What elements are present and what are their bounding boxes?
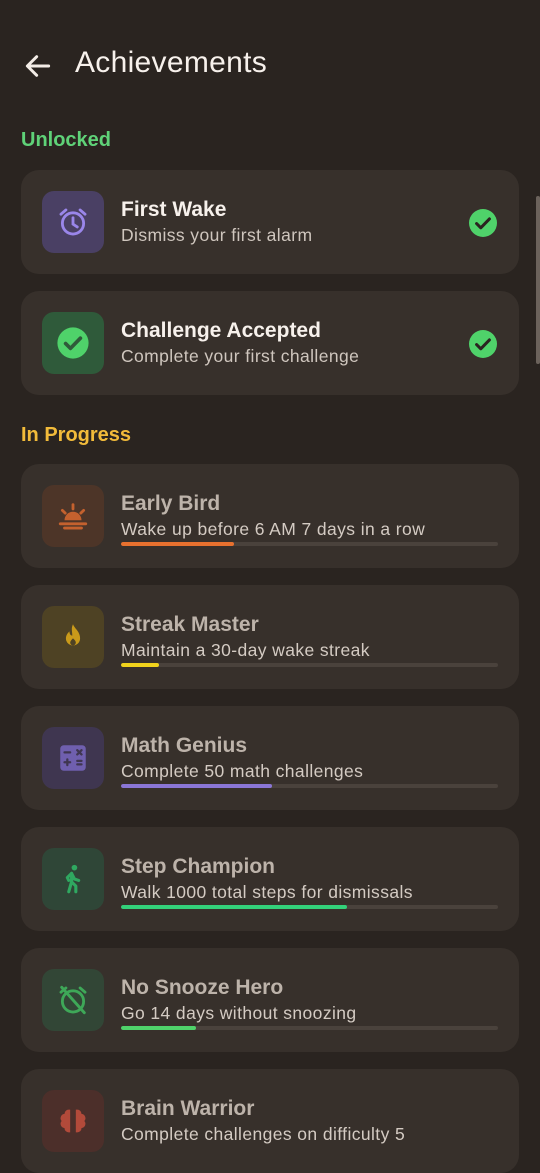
- progress-fill: [121, 905, 348, 909]
- achievement-card-brain-warrior[interactable]: Brain Warrior Complete challenges on dif…: [21, 1069, 519, 1173]
- achievement-card-no-snooze-hero[interactable]: No Snooze Hero Go 14 days without snoozi…: [21, 948, 519, 1052]
- achievement-title: First Wake: [121, 198, 227, 221]
- calculator-icon: [60, 745, 86, 771]
- achievement-title: Step Champion: [121, 855, 276, 878]
- achievement-description: Wake up before 6 AM 7 days in a row: [121, 519, 426, 539]
- sunrise-icon: [58, 503, 88, 530]
- scrollbar[interactable]: [536, 196, 540, 364]
- achievement-title: Challenge Accepted: [121, 319, 321, 342]
- achievement-icon-box: [42, 969, 104, 1031]
- progress-fill: [121, 1026, 197, 1030]
- progress-bar: [121, 663, 498, 667]
- achievement-icon-box: [42, 848, 104, 910]
- section-label-in-progress: In Progress: [21, 424, 132, 446]
- check-circle-icon: [57, 327, 89, 359]
- achievement-title: No Snooze Hero: [121, 976, 284, 999]
- page-title: Achievements: [75, 46, 268, 79]
- achievement-description: Walk 1000 total steps for dismissals: [121, 882, 413, 902]
- progress-fill: [121, 663, 159, 667]
- achievement-description: Dismiss your first alarm: [121, 225, 313, 245]
- progress-fill: [121, 784, 272, 788]
- brain-icon: [60, 1109, 86, 1133]
- completed-check-icon: [469, 209, 497, 237]
- alarm-clock-icon: [59, 208, 87, 236]
- achievement-icon-box: [42, 727, 104, 789]
- achievement-title: Math Genius: [121, 734, 248, 757]
- achievement-title: Early Bird: [121, 492, 221, 515]
- achievement-icon-box: [42, 485, 104, 547]
- achievement-icon-box: [42, 312, 104, 374]
- achievement-description: Go 14 days without snoozing: [121, 1003, 357, 1023]
- achievement-icon-box: [42, 606, 104, 668]
- achievement-description: Complete 50 math challenges: [121, 761, 364, 781]
- flame-icon: [65, 624, 81, 646]
- achievement-card-streak-master[interactable]: Streak Master Maintain a 30-day wake str…: [21, 585, 519, 689]
- achievement-description: Maintain a 30-day wake streak: [121, 640, 370, 660]
- completed-check-icon: [469, 330, 497, 358]
- achievement-card-challenge-accepted[interactable]: Challenge Accepted Complete your first c…: [21, 291, 519, 395]
- achievement-card-step-champion[interactable]: Step Champion Walk 1000 total steps for …: [21, 827, 519, 931]
- progress-bar: [121, 1026, 498, 1030]
- achievement-title: Streak Master: [121, 613, 259, 636]
- section-label-unlocked: Unlocked: [21, 129, 112, 151]
- progress-bar: [121, 784, 498, 788]
- app-header: Achievements: [0, 0, 540, 130]
- achievement-card-math-genius[interactable]: Math Genius Complete 50 math challenges: [21, 706, 519, 810]
- achievement-title: Brain Warrior: [121, 1097, 255, 1120]
- progress-bar: [121, 542, 498, 546]
- snooze-off-icon: [59, 985, 87, 1015]
- achievement-icon-box: [42, 191, 104, 253]
- progress-bar: [121, 905, 498, 909]
- progress-fill: [121, 542, 235, 546]
- achievement-icon-box: [42, 1090, 104, 1152]
- achievement-description: Complete challenges on difficulty 5: [121, 1124, 406, 1144]
- achievement-card-early-bird[interactable]: Early Bird Wake up before 6 AM 7 days in…: [21, 464, 519, 568]
- achievement-card-first-wake[interactable]: First Wake Dismiss your first alarm: [21, 170, 519, 274]
- achievement-description: Complete your first challenge: [121, 346, 360, 366]
- back-arrow-icon[interactable]: [22, 50, 54, 82]
- walking-icon: [65, 864, 81, 894]
